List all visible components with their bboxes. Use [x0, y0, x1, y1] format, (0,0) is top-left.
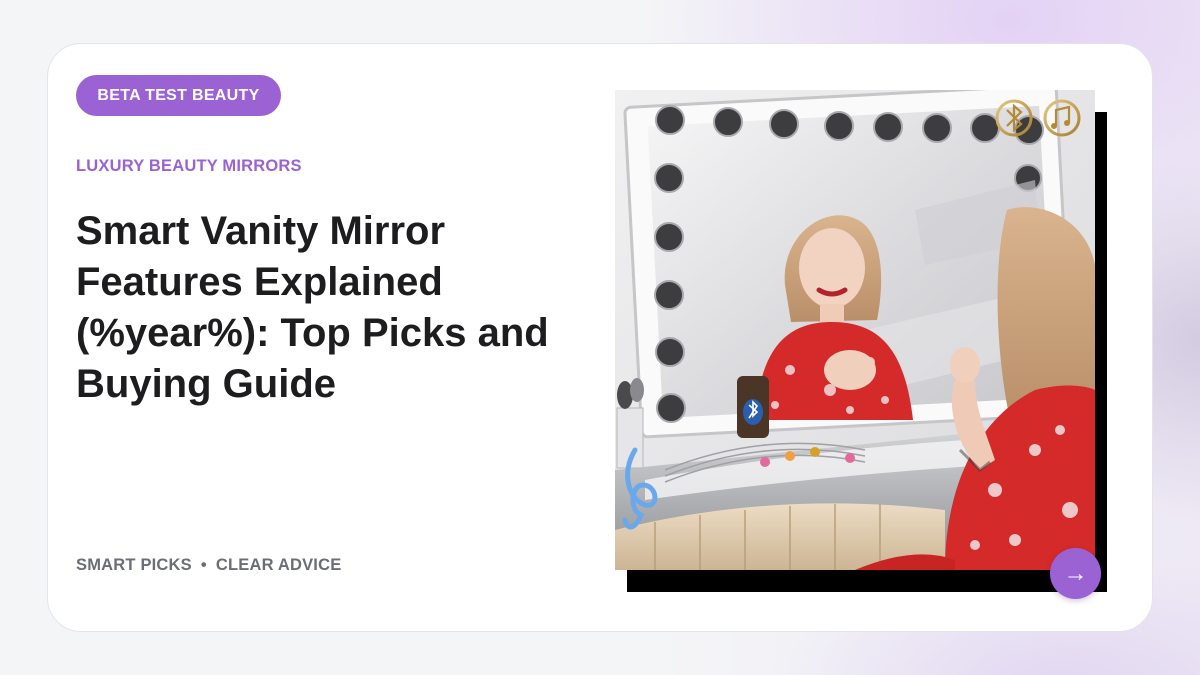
footer-tags: SMART PICKS • CLEAR ADVICE	[76, 556, 341, 575]
article-title[interactable]: Smart Vanity Mirror Features Explained (…	[76, 206, 586, 410]
vanity-mirror-illustration	[615, 90, 1095, 570]
category-label[interactable]: LUXURY BEAUTY MIRRORS	[76, 157, 302, 176]
bluetooth-speaker-icon	[737, 376, 769, 438]
footer-tag-clear-advice: CLEAR ADVICE	[215, 556, 342, 574]
footer-separator: •	[200, 556, 207, 574]
footer-tag-smart-picks: SMART PICKS	[76, 556, 192, 574]
next-arrow-button[interactable]: →	[1050, 548, 1101, 599]
product-photo	[615, 90, 1095, 570]
brand-badge[interactable]: BETA TEST BEAUTY	[76, 75, 281, 116]
arrow-right-icon: →	[1063, 559, 1088, 587]
